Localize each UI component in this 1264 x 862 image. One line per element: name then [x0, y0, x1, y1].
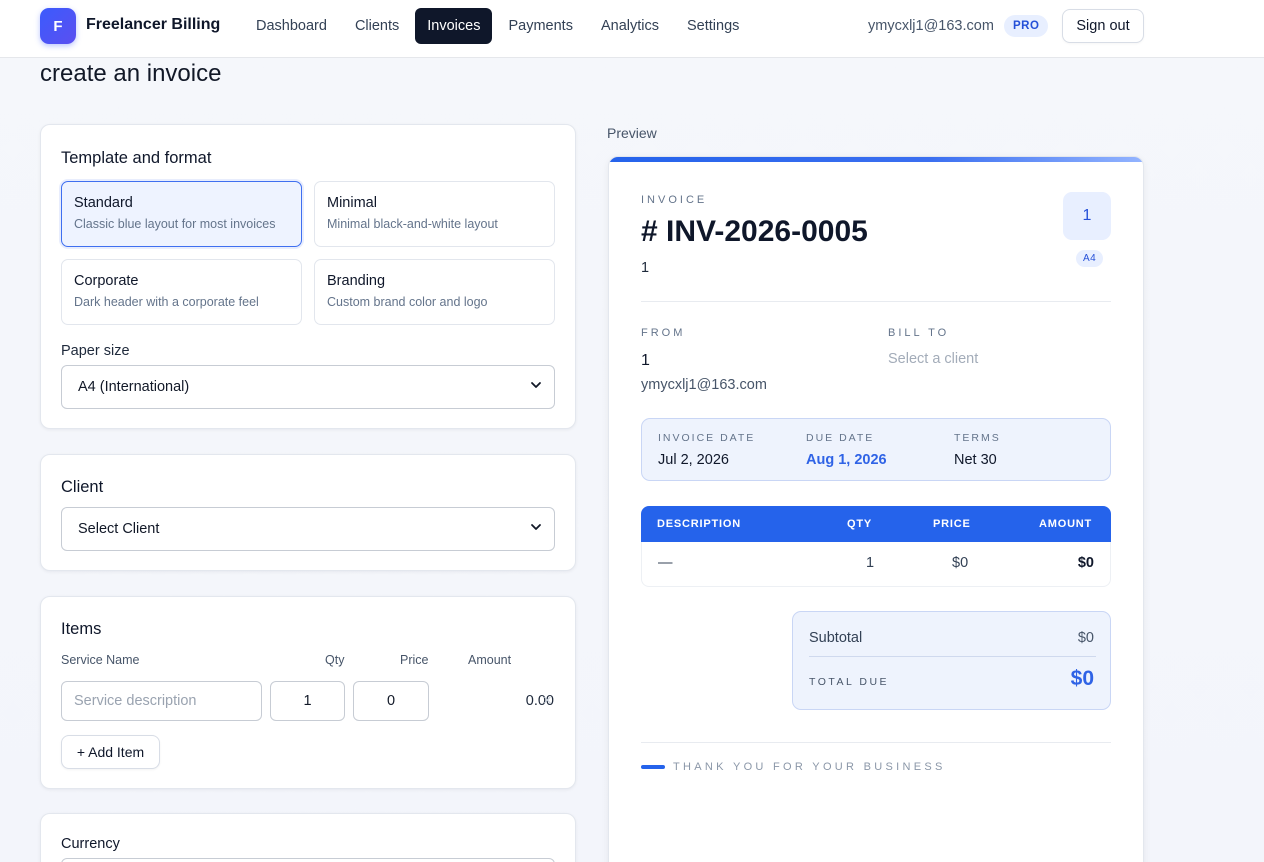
price-input[interactable]: 0 [353, 681, 429, 721]
total-due-value: $0 [1070, 667, 1094, 690]
preview-table-header: DESCRIPTION QTY PRICE AMOUNT [641, 506, 1111, 542]
divider [641, 742, 1111, 743]
service-description-input[interactable]: Service description [61, 681, 262, 721]
column-header-qty: Qty [325, 653, 345, 667]
currency-label: Currency [61, 836, 120, 852]
nav-item-payments[interactable]: Payments [496, 8, 584, 44]
column-header-amount: Amount [468, 653, 512, 667]
from-name: 1 [641, 352, 650, 369]
app-name[interactable]: Freelancer Billing [86, 16, 220, 34]
template-option-name: Branding [327, 273, 386, 289]
footer-accent-line [641, 765, 665, 769]
sign-out-button[interactable]: Sign out [1062, 9, 1144, 43]
row-description: — [658, 555, 673, 571]
header-description: DESCRIPTION [657, 518, 741, 530]
subtotal-value: $0 [1077, 630, 1094, 646]
template-option-desc: Dark header with a corporate feel [74, 295, 259, 309]
table-row: — 1 $0 $0 [641, 542, 1111, 587]
user-email: ymycxlj1@163.com [868, 18, 994, 34]
from-email: ymycxlj1@163.com [641, 377, 767, 393]
client-select-value: Select Client [78, 521, 160, 537]
page-title: create an invoice [40, 60, 222, 87]
template-option-standard[interactable]: Standard Classic blue layout for most in… [61, 181, 302, 247]
client-select[interactable]: Select Client [61, 507, 555, 551]
footer-thanks: THANK YOU FOR YOUR BUSINESS [673, 761, 946, 773]
nav-item-clients[interactable]: Clients [343, 8, 411, 44]
from-caption: FROM [641, 327, 686, 339]
items-card-title: Items [61, 620, 102, 638]
invoice-caption: INVOICE [641, 194, 708, 206]
invoice-date-label: INVOICE DATE [658, 432, 756, 444]
total-due-label: TOTAL DUE [809, 676, 890, 688]
subtotal-label: Subtotal [809, 630, 863, 646]
brand-logo-placeholder: 1 [1063, 192, 1111, 240]
preview-label: Preview [607, 125, 657, 141]
template-option-name: Minimal [327, 195, 377, 211]
template-option-desc: Classic blue layout for most invoices [74, 217, 276, 231]
dates-panel: INVOICE DATE Jul 2, 2026 DUE DATE Aug 1,… [641, 418, 1111, 481]
column-header-price: Price [400, 653, 429, 667]
template-option-name: Standard [74, 195, 133, 211]
template-option-desc: Minimal black-and-white layout [327, 217, 498, 231]
qty-input[interactable]: 1 [270, 681, 345, 721]
add-item-button[interactable]: + Add Item [61, 735, 160, 769]
divider [641, 301, 1111, 302]
bill-to-caption: BILL TO [888, 327, 950, 339]
items-card: Items Service Name Qty Price Amount Serv… [40, 596, 576, 789]
nav-item-analytics[interactable]: Analytics [589, 8, 671, 44]
invoice-subtitle: 1 [641, 260, 650, 276]
column-header-service: Service Name [61, 653, 140, 667]
paper-size-label: Paper size [61, 343, 130, 359]
chevron-down-icon [531, 382, 541, 388]
totals-panel: Subtotal $0 TOTAL DUE $0 [792, 611, 1111, 710]
row-price: $0 [952, 555, 969, 571]
top-navbar: F Freelancer Billing Dashboard Clients I… [0, 0, 1264, 58]
template-card: Template and format Standard Classic blu… [40, 124, 576, 429]
currency-card: Currency [40, 813, 576, 862]
chevron-down-icon [531, 524, 541, 530]
nav-item-settings[interactable]: Settings [675, 8, 751, 44]
nav-item-dashboard[interactable]: Dashboard [244, 8, 339, 44]
template-option-desc: Custom brand color and logo [327, 295, 488, 309]
template-card-title: Template and format [61, 149, 212, 167]
header-price: PRICE [933, 518, 971, 530]
terms-value: Net 30 [954, 452, 997, 468]
template-option-name: Corporate [74, 273, 139, 289]
terms-label: TERMS [954, 432, 1001, 444]
currency-select[interactable] [61, 858, 555, 862]
template-option-minimal[interactable]: Minimal Minimal black-and-white layout [314, 181, 555, 247]
totals-divider [809, 656, 1096, 657]
due-date-label: DUE DATE [806, 432, 875, 444]
remove-item-icon[interactable]: × [543, 692, 552, 709]
template-option-branding[interactable]: Branding Custom brand color and logo [314, 259, 555, 325]
invoice-date-value: Jul 2, 2026 [658, 452, 729, 468]
row-amount: $0 [1077, 555, 1094, 571]
due-date-value: Aug 1, 2026 [806, 452, 887, 468]
main-nav: Dashboard Clients Invoices Payments Anal… [244, 8, 751, 44]
invoice-preview: INVOICE # INV-2026-0005 1 1 A4 FROM 1 ym… [608, 156, 1144, 862]
paper-size-badge: A4 [1076, 250, 1104, 267]
paper-size-select[interactable]: A4 (International) [61, 365, 555, 409]
client-card: Client Select Client [40, 454, 576, 571]
nav-item-invoices[interactable]: Invoices [415, 8, 493, 44]
paper-size-value: A4 (International) [78, 379, 190, 395]
header-amount: AMOUNT [1039, 518, 1093, 530]
invoice-number: # INV-2026-0005 [641, 215, 868, 248]
app-logo-icon[interactable]: F [40, 8, 76, 44]
template-option-corporate[interactable]: Corporate Dark header with a corporate f… [61, 259, 302, 325]
client-card-title: Client [61, 478, 104, 496]
bill-to-placeholder: Select a client [888, 351, 979, 367]
preview-accent-bar [609, 157, 1143, 162]
plan-badge: PRO [1004, 15, 1049, 37]
header-qty: QTY [847, 518, 873, 530]
row-qty: 1 [866, 555, 875, 571]
